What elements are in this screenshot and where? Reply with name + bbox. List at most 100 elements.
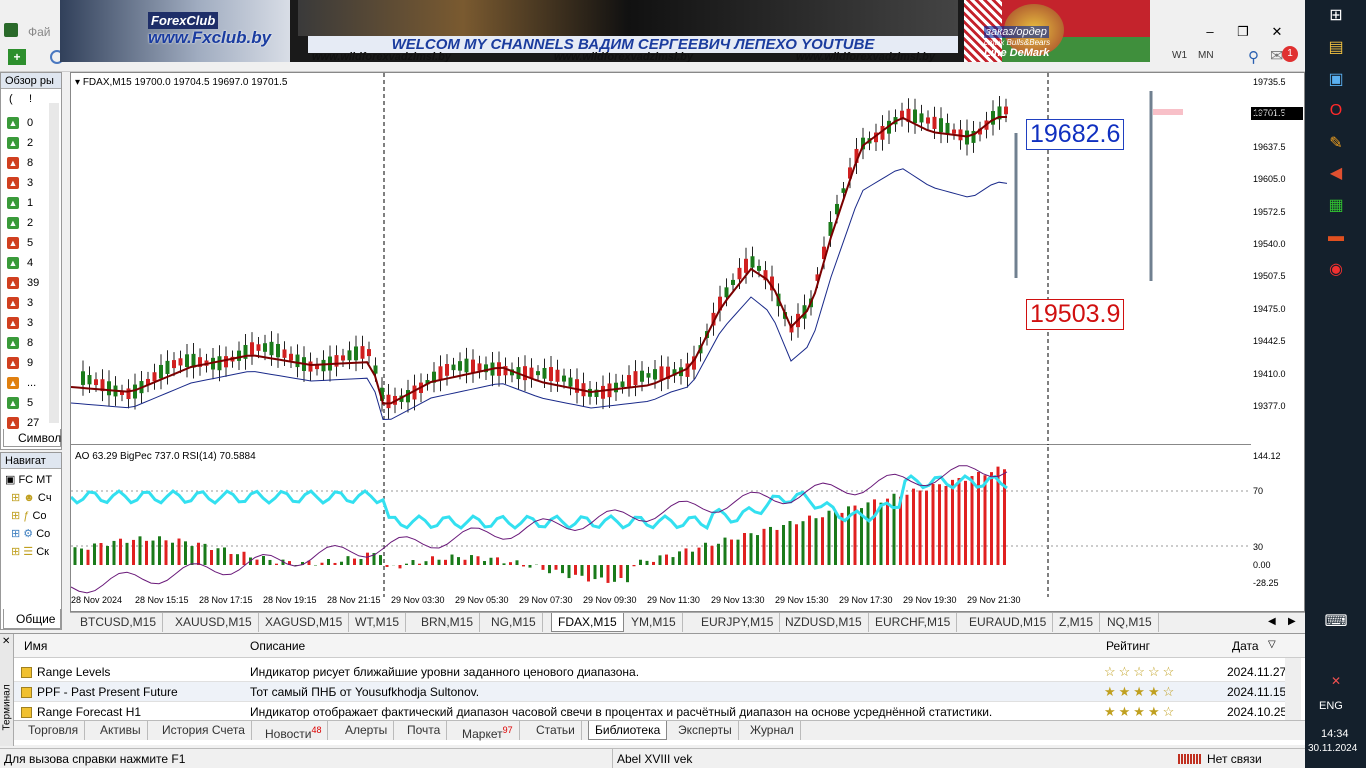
trend-arrow-icon: ▲ — [7, 297, 19, 309]
market-row[interactable]: ▲ 3 — [5, 313, 39, 333]
timeframe-w1[interactable]: W1 — [1172, 50, 1187, 61]
market-row[interactable]: ▲ 9 — [5, 353, 39, 373]
media-icon[interactable]: ◀ — [1321, 160, 1351, 186]
market-row[interactable]: ▲ 39 — [5, 273, 39, 293]
market-scrollbar[interactable] — [49, 103, 59, 423]
terminal-close-icon[interactable]: ✕ — [2, 636, 10, 647]
search-icon[interactable]: ⚲ — [1248, 48, 1259, 66]
symbol-tab[interactable]: XAUUSD,M15 — [169, 613, 259, 632]
market-row[interactable]: ▲ 4 — [5, 253, 39, 273]
keyboard-icon[interactable]: ⌨ — [1321, 608, 1351, 634]
restore-icon[interactable]: ❐ — [1228, 22, 1258, 42]
symbol-tab[interactable]: NZDUSD,M15 — [779, 613, 869, 632]
record-icon[interactable]: ◉ — [1321, 256, 1351, 282]
ad-banner[interactable]: ForexClub www.Fxclub.by WELCOM MY CHANNE… — [60, 0, 1150, 62]
price-tick-label: 19507.5 — [1253, 271, 1286, 282]
minimize-icon[interactable]: – — [1195, 22, 1225, 42]
navigator-item-accounts[interactable]: ⊞ ☻ Cч — [11, 489, 52, 507]
terminal-tab[interactable]: Торговля — [22, 721, 86, 740]
terminal-tab[interactable]: Почта — [401, 721, 448, 740]
price-tick-label: 19377.0 — [1253, 401, 1286, 411]
navigator-item-experts[interactable]: ⊞ ⚙ Cо — [11, 525, 50, 543]
symbol-tab[interactable]: Z,M15 — [1053, 613, 1101, 632]
new-order-icon[interactable]: + — [8, 49, 26, 65]
calculator-icon[interactable]: ▦ — [1321, 192, 1351, 218]
file-explorer-icon[interactable]: ▤ — [1321, 34, 1351, 60]
navigator-item-indicators[interactable]: ⊞ ƒ Cо — [11, 507, 47, 525]
tabs-scroll-left-icon[interactable]: ◀ — [1268, 616, 1276, 627]
symbol-tab[interactable]: NG,M15 — [485, 613, 543, 632]
terminal-tab[interactable]: История Счета — [156, 721, 252, 740]
paint-icon[interactable]: ✎ — [1321, 130, 1351, 156]
candle-body — [627, 375, 631, 387]
candle-body — [757, 265, 761, 271]
symbol-tab[interactable]: BTCUSD,M15 — [74, 613, 164, 632]
price-tick-label: 19442.5 — [1253, 336, 1286, 347]
app-orange-icon[interactable]: ▬ — [1321, 224, 1351, 250]
terminal-tab[interactable]: Статьи — [530, 721, 582, 740]
indicator-pane[interactable]: AO 63.29 BigPec 737.0 RSI(14) 70.5884 — [69, 447, 1251, 597]
library-row[interactable]: Range Levels Индикатор рисует ближайшие у… — [14, 662, 1286, 682]
timeframe-mn[interactable]: MN — [1198, 50, 1214, 61]
column-name[interactable]: Имя — [24, 639, 47, 653]
market-row[interactable]: ▲ 3 — [5, 293, 39, 313]
market-row[interactable]: ▲ 5 — [5, 233, 39, 253]
opera-icon[interactable]: O — [1321, 98, 1351, 124]
market-row[interactable]: ▲ 8 — [5, 333, 39, 353]
terminal-scrollbar[interactable] — [1285, 658, 1301, 720]
market-row[interactable]: ▲ 3 — [5, 173, 39, 193]
navigator-item-scripts[interactable]: ⊞ ☰ Cк — [11, 543, 49, 561]
column-date[interactable]: Дата — [1232, 639, 1259, 653]
market-row[interactable]: ▲ 1 — [5, 193, 39, 213]
terminal-tab[interactable]: Библиотека — [588, 721, 668, 740]
close-icon[interactable]: ✕ — [1262, 22, 1292, 42]
windows-start-icon[interactable]: ⊞ — [1321, 2, 1351, 28]
navigator-tab-common[interactable]: Общие — [3, 609, 61, 629]
terminal-tab[interactable]: Новости48 — [259, 721, 329, 741]
symbol-tab[interactable]: EURCHF,M15 — [869, 613, 958, 632]
time-tick-label: 28 Nov 21:15 — [327, 595, 381, 605]
network-icon[interactable]: ✕ — [1321, 668, 1351, 694]
market-row[interactable]: ▲ 2 — [5, 133, 39, 153]
market-row[interactable]: ▲ 2 — [5, 213, 39, 233]
symbol-tab[interactable]: EURJPY,M15 — [695, 613, 781, 632]
trend-arrow-icon: ▲ — [7, 377, 19, 389]
terminal-tab[interactable]: Эксперты — [672, 721, 739, 740]
symbol-tab[interactable]: NQ,M15 — [1101, 613, 1159, 632]
symbol-tab[interactable]: WT,M15 — [349, 613, 407, 632]
symbol-tab[interactable]: FDAX,M15 — [551, 613, 624, 632]
symbol-tab[interactable]: YM,M15 — [625, 613, 683, 632]
symbol-tab[interactable]: BRN,M15 — [415, 613, 481, 632]
candle-body — [458, 361, 462, 371]
symbol-tab[interactable]: XAGUSD,M15 — [259, 613, 350, 632]
library-row[interactable]: PPF - Past Present Future Тот самый ПНБ о… — [14, 682, 1286, 702]
candle-body — [945, 122, 950, 134]
symbol-tab[interactable]: EURAUD,M15 — [963, 613, 1054, 632]
column-description[interactable]: Описание — [250, 639, 305, 653]
terminal-tab[interactable]: Маркет97 — [456, 721, 520, 741]
price-pane[interactable]: ▾ FDAX,M15 19700.0 19704.5 19697.0 19701… — [70, 73, 1251, 445]
chart-window[interactable]: ▾ FDAX,M15 19700.0 19704.5 19697.0 19701… — [69, 72, 1305, 612]
terminal-tab[interactable]: Активы — [94, 721, 148, 740]
terminal-tab[interactable]: Журнал — [744, 721, 801, 740]
fxclub-logo: ForexClub — [148, 12, 219, 29]
banner-graphic — [298, 0, 958, 36]
market-tab-symbols[interactable]: Символ — [3, 429, 61, 447]
candle-body — [445, 364, 449, 376]
market-row[interactable]: ▲ 8 — [5, 153, 39, 173]
terminal-tab[interactable]: Алерты — [339, 721, 395, 740]
notification-badge[interactable]: 1 — [1282, 46, 1298, 62]
column-rating[interactable]: Рейтинг — [1106, 639, 1150, 653]
market-row[interactable]: ▲ 0 — [5, 113, 39, 133]
library-row[interactable]: Range Forecast H1 Индикатор отображает фа… — [14, 702, 1287, 722]
taskbar-language[interactable]: ENG — [1319, 700, 1343, 712]
app-mt4-icon[interactable]: ▣ — [1321, 66, 1351, 92]
navigator-root[interactable]: ▣ FC MT — [5, 471, 52, 489]
trend-arrow-icon: ▲ — [7, 137, 19, 149]
market-row[interactable]: ▲ 5 — [5, 393, 39, 413]
market-row[interactable]: ▲... — [5, 373, 39, 393]
candle-body — [965, 130, 969, 145]
candle-body — [542, 367, 547, 379]
tabs-scroll-right-icon[interactable]: ▶ — [1288, 616, 1296, 627]
menu-file[interactable]: Фай — [28, 25, 51, 39]
